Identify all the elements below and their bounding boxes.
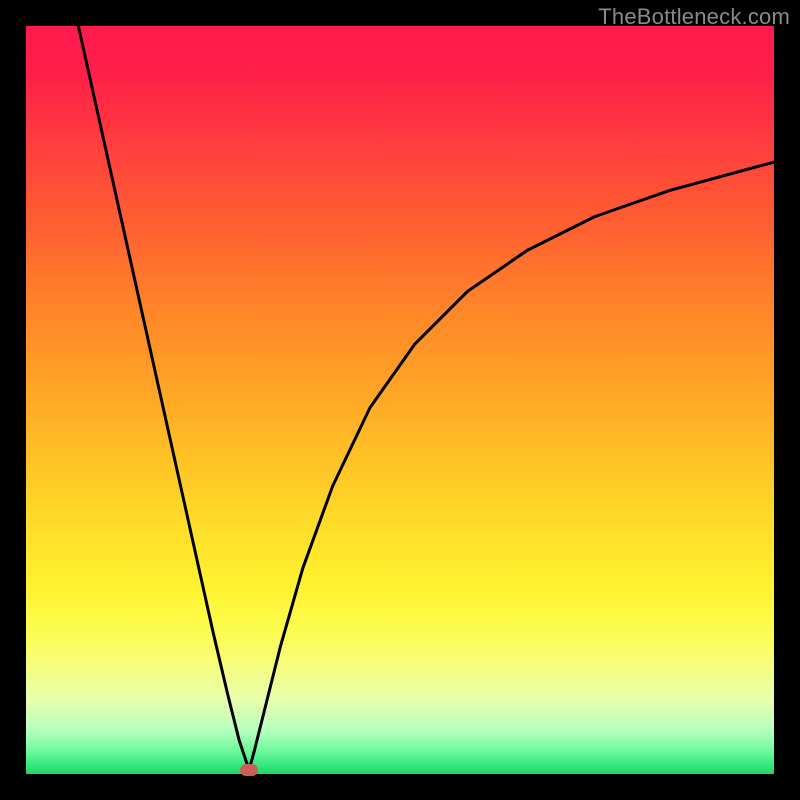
chart-frame (26, 26, 774, 774)
curve-left-branch (78, 26, 249, 770)
plot-area (26, 26, 774, 774)
optimum-marker (240, 764, 258, 776)
watermark-text: TheBottleneck.com (598, 4, 790, 30)
curve-right-branch (249, 162, 774, 770)
curve-svg (26, 26, 774, 774)
